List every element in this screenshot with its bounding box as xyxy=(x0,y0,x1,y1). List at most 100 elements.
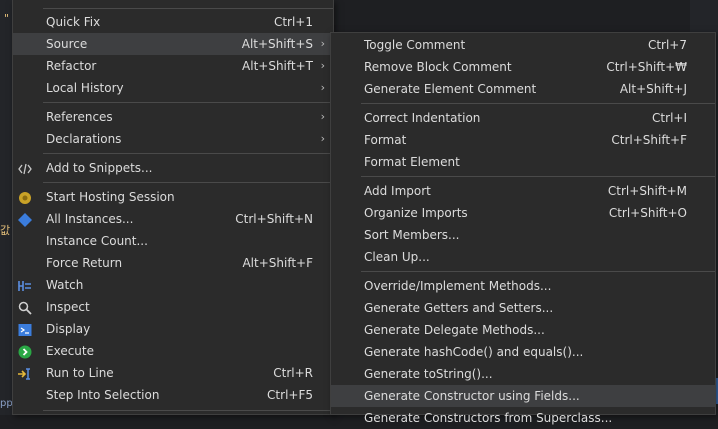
menu-item-label: Inspect xyxy=(46,300,90,314)
menu-separator xyxy=(43,182,333,183)
menu-item-shortcut: Alt+Shift+J xyxy=(619,82,687,96)
menu-item-shortcut: Ctrl+Shift+M xyxy=(607,184,687,198)
source-submenu: Toggle Comment Ctrl+7 Remove Block Comme… xyxy=(330,32,716,425)
menu-separator xyxy=(361,103,715,104)
context-menu: Quick Fix Ctrl+1 Source Alt+Shift+S › Re… xyxy=(12,0,334,415)
menu-item-label: Source xyxy=(46,37,88,51)
menu-item-force-return[interactable]: Force Return Alt+Shift+F xyxy=(13,252,333,274)
menu-item-format-element[interactable]: Format Element xyxy=(331,151,715,173)
menu-item-label: Execute xyxy=(46,344,94,358)
menu-item-label: Start Hosting Session xyxy=(46,190,175,204)
menu-item-label: Add to Snippets... xyxy=(46,161,153,175)
code-snippet-icon xyxy=(18,161,32,175)
menu-item-run-to-line[interactable]: Run to Line Ctrl+R xyxy=(13,362,333,384)
menu-item-generate-getters-setters[interactable]: Generate Getters and Setters... xyxy=(331,297,715,319)
menu-item-quick-fix[interactable]: Quick Fix Ctrl+1 xyxy=(13,11,333,33)
menu-item-label: Step Into Selection xyxy=(46,388,160,402)
menu-item-refactor[interactable]: Refactor Alt+Shift+T › xyxy=(13,55,333,77)
menu-separator xyxy=(43,8,333,9)
menu-item-label: Format xyxy=(364,133,407,147)
menu-item-local-history[interactable]: Local History › xyxy=(13,77,333,99)
menu-item-label: Generate Getters and Setters... xyxy=(364,301,554,315)
menu-item-label: Generate toString()... xyxy=(364,367,493,381)
chevron-right-icon: › xyxy=(320,110,325,123)
menu-item-label: Generate Element Comment xyxy=(364,82,537,96)
menu-item-correct-indentation[interactable]: Correct Indentation Ctrl+I xyxy=(331,107,715,129)
menu-item-shortcut: Ctrl+Shift+O xyxy=(608,206,687,220)
menu-item-shortcut: Alt+Shift+F xyxy=(242,256,313,270)
menu-item-step-into-selection[interactable]: Step Into Selection Ctrl+F5 xyxy=(13,384,333,406)
menu-separator xyxy=(361,176,715,177)
chevron-right-icon: › xyxy=(320,59,325,72)
menu-item-display[interactable]: Display xyxy=(13,318,333,340)
menu-item-shortcut: Ctrl+7 xyxy=(647,38,687,52)
menu-item-label: Sort Members... xyxy=(364,228,460,242)
menu-item-execute[interactable]: Execute xyxy=(13,340,333,362)
menu-item-label: Toggle Comment xyxy=(364,38,466,52)
menu-item-label: Generate Constructors from Superclass... xyxy=(364,411,613,425)
menu-item-label: Correct Indentation xyxy=(364,111,481,125)
menu-item-label: Declarations xyxy=(46,132,122,146)
menu-item-shortcut: Ctrl+Shift+₩ xyxy=(606,60,687,74)
menu-item-watch[interactable]: Watch xyxy=(13,274,333,296)
menu-item-shortcut: Ctrl+I xyxy=(652,111,687,125)
editor-gutter: " 값 pp xyxy=(0,0,13,415)
menu-item-label: Clean Up... xyxy=(364,250,430,264)
chevron-right-icon: › xyxy=(320,81,325,94)
menu-item-instance-count[interactable]: Instance Count... xyxy=(13,230,333,252)
menu-item-shortcut: Alt+Shift+S xyxy=(241,37,313,51)
menu-item-sort-members[interactable]: Sort Members... xyxy=(331,224,715,246)
menu-item-generate-delegate-methods[interactable]: Generate Delegate Methods... xyxy=(331,319,715,341)
menu-item-shortcut: Ctrl+Shift+F xyxy=(611,133,687,147)
menu-item-generate-constructor-using-fields[interactable]: Generate Constructor using Fields... xyxy=(331,385,715,407)
menu-item-generate-element-comment[interactable]: Generate Element Comment Alt+Shift+J xyxy=(331,78,715,100)
chevron-right-icon: › xyxy=(320,132,325,145)
menu-item-label: Instance Count... xyxy=(46,234,148,248)
menu-separator xyxy=(43,410,333,411)
menu-item-override-implement-methods[interactable]: Override/Implement Methods... xyxy=(331,275,715,297)
menu-item-label: Add Import xyxy=(364,184,431,198)
menu-item-references[interactable]: References › xyxy=(13,106,333,128)
menu-item-generate-hashcode-equals[interactable]: Generate hashCode() and equals()... xyxy=(331,341,715,363)
menu-item-label: Generate Delegate Methods... xyxy=(364,323,545,337)
menu-item-label: Display xyxy=(46,322,91,336)
menu-item-start-hosting-session[interactable]: Start Hosting Session xyxy=(13,186,333,208)
menu-item-shortcut: Ctrl+F5 xyxy=(267,388,313,402)
menu-item-source[interactable]: Source Alt+Shift+S › xyxy=(13,33,333,55)
editor-text: " xyxy=(4,12,10,25)
execute-run-icon xyxy=(18,344,32,359)
chevron-right-icon: › xyxy=(320,37,325,50)
watch-expression-icon xyxy=(18,278,32,292)
menu-item-organize-imports[interactable]: Organize Imports Ctrl+Shift+O xyxy=(331,202,715,224)
menu-item-label: Local History xyxy=(46,81,124,95)
menu-item-add-import[interactable]: Add Import Ctrl+Shift+M xyxy=(331,180,715,202)
menu-item-clean-up[interactable]: Clean Up... xyxy=(331,246,715,268)
menu-item-label: Watch xyxy=(46,278,84,292)
menu-item-toggle-comment[interactable]: Toggle Comment Ctrl+7 xyxy=(331,34,715,56)
menu-item-declarations[interactable]: Declarations › xyxy=(13,128,333,150)
menu-item-format[interactable]: Format Ctrl+Shift+F xyxy=(331,129,715,151)
editor-text: 값 xyxy=(0,224,11,237)
menu-item-all-instances[interactable]: All Instances... Ctrl+Shift+N xyxy=(13,208,333,230)
search-icon xyxy=(18,300,32,315)
instances-diamond-icon xyxy=(18,212,32,227)
run-to-line-icon xyxy=(18,366,32,380)
menu-item-label: Quick Fix xyxy=(46,15,101,29)
menu-item-remove-block-comment[interactable]: Remove Block Comment Ctrl+Shift+₩ xyxy=(331,56,715,78)
menu-item-shortcut: Alt+Shift+T xyxy=(242,59,313,73)
menu-item-label: Refactor xyxy=(46,59,97,73)
menu-separator xyxy=(43,153,333,154)
menu-item-generate-tostring[interactable]: Generate toString()... xyxy=(331,363,715,385)
menu-item-inspect[interactable]: Inspect xyxy=(13,296,333,318)
menu-item-label: Override/Implement Methods... xyxy=(364,279,552,293)
menu-item-label: All Instances... xyxy=(46,212,134,226)
menu-separator xyxy=(361,271,715,272)
display-console-icon xyxy=(18,322,32,336)
menu-separator xyxy=(43,102,333,103)
menu-item-label: Generate Constructor using Fields... xyxy=(364,389,580,403)
menu-item-add-to-snippets[interactable]: Add to Snippets... xyxy=(13,157,333,179)
menu-item-generate-constructors-from-superclass[interactable]: Generate Constructors from Superclass... xyxy=(331,407,715,429)
menu-item-label: Format Element xyxy=(364,155,460,169)
menu-item-label: Generate hashCode() and equals()... xyxy=(364,345,584,359)
menu-item-shortcut: Ctrl+Shift+N xyxy=(235,212,313,226)
